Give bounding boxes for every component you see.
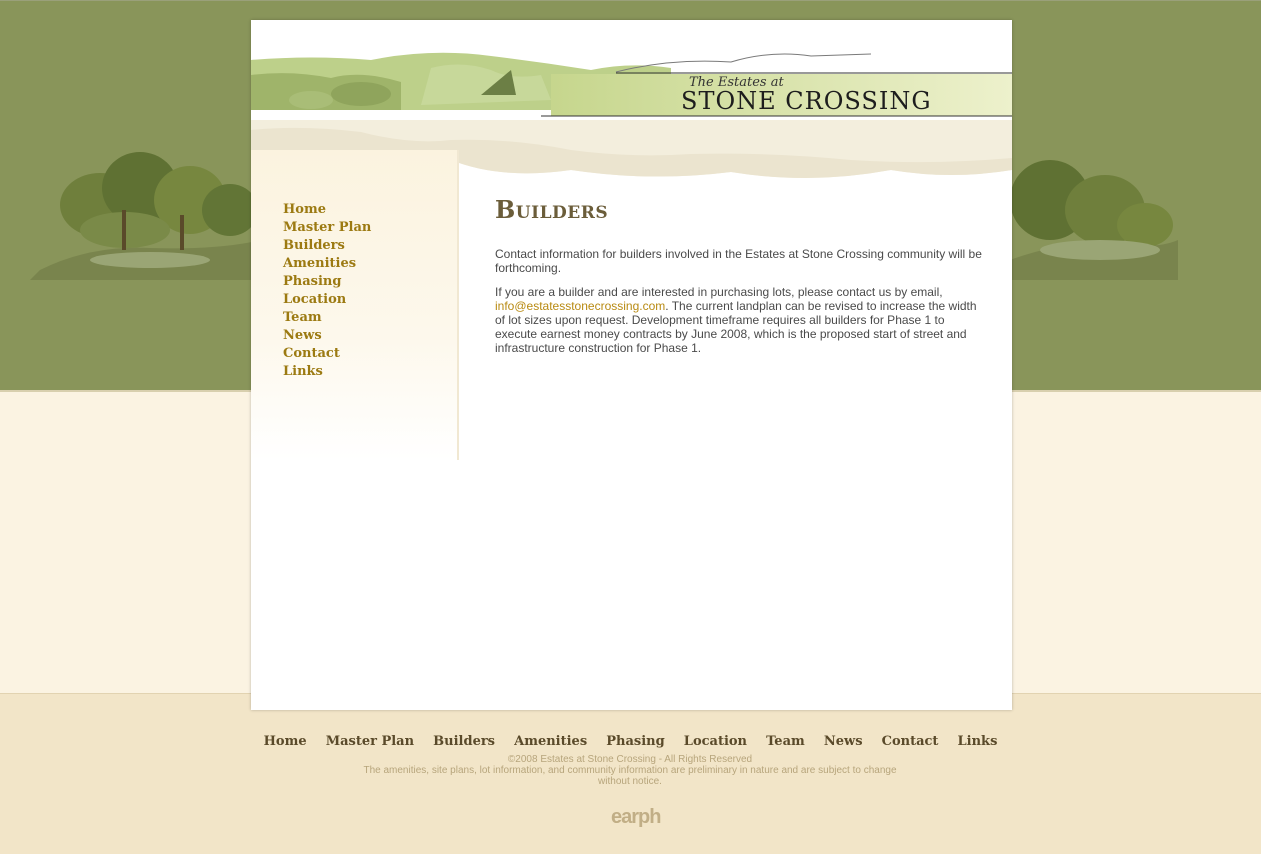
contact-paragraph: If you are a builder and are interested … — [495, 285, 983, 355]
sidebar-item-location[interactable]: Location — [283, 291, 371, 309]
footer-link-home[interactable]: Home — [264, 734, 307, 749]
contact-paragraph-start: If you are a builder and are interested … — [495, 285, 943, 299]
sidebar-item-news[interactable]: News — [283, 327, 371, 345]
disclaimer-text: The amenities, site plans, lot informati… — [363, 765, 897, 787]
footer-link-amenities[interactable]: Amenities — [514, 734, 587, 749]
footer-link-phasing[interactable]: Phasing — [606, 734, 664, 749]
footer-link-links[interactable]: Links — [958, 734, 998, 749]
footer-link-location[interactable]: Location — [684, 734, 747, 749]
sidebar-item-master-plan[interactable]: Master Plan — [283, 219, 371, 237]
sidebar-item-home[interactable]: Home — [283, 201, 371, 219]
footer-legal: ©2008 Estates at Stone Crossing - All Ri… — [350, 754, 910, 787]
footer-link-master-plan[interactable]: Master Plan — [326, 734, 414, 749]
sidebar-item-contact[interactable]: Contact — [283, 345, 371, 363]
footer-nav: Home Master Plan Builders Amenities Phas… — [0, 730, 1261, 749]
logo-main: STONE CROSSING — [681, 87, 932, 115]
sidebar-item-team[interactable]: Team — [283, 309, 371, 327]
sidebar-item-phasing[interactable]: Phasing — [283, 273, 371, 291]
sidebar-item-builders[interactable]: Builders — [283, 237, 371, 255]
designer-credit-logo[interactable]: earph — [611, 806, 661, 829]
sidebar-item-links[interactable]: Links — [283, 363, 371, 381]
content-area: Builders Contact information for builder… — [495, 195, 983, 355]
email-link[interactable]: info@estatesstonecrossing.com — [495, 299, 665, 313]
main-page: The Estates at STONE CROSSING Home Maste… — [251, 20, 1012, 710]
footer-link-news[interactable]: News — [824, 734, 863, 749]
footer-link-team[interactable]: Team — [766, 734, 805, 749]
footer-link-builders[interactable]: Builders — [433, 734, 495, 749]
trees-right-illustration — [1010, 160, 1178, 280]
sidebar-nav: Home Master Plan Builders Amenities Phas… — [283, 201, 371, 381]
page-title: Builders — [495, 195, 609, 224]
footer-link-contact[interactable]: Contact — [882, 734, 939, 749]
intro-paragraph: Contact information for builders involve… — [495, 247, 982, 275]
copyright-text: ©2008 Estates at Stone Crossing - All Ri… — [507, 754, 753, 765]
trees-left-illustration — [30, 152, 255, 280]
sidebar-item-amenities[interactable]: Amenities — [283, 255, 371, 273]
